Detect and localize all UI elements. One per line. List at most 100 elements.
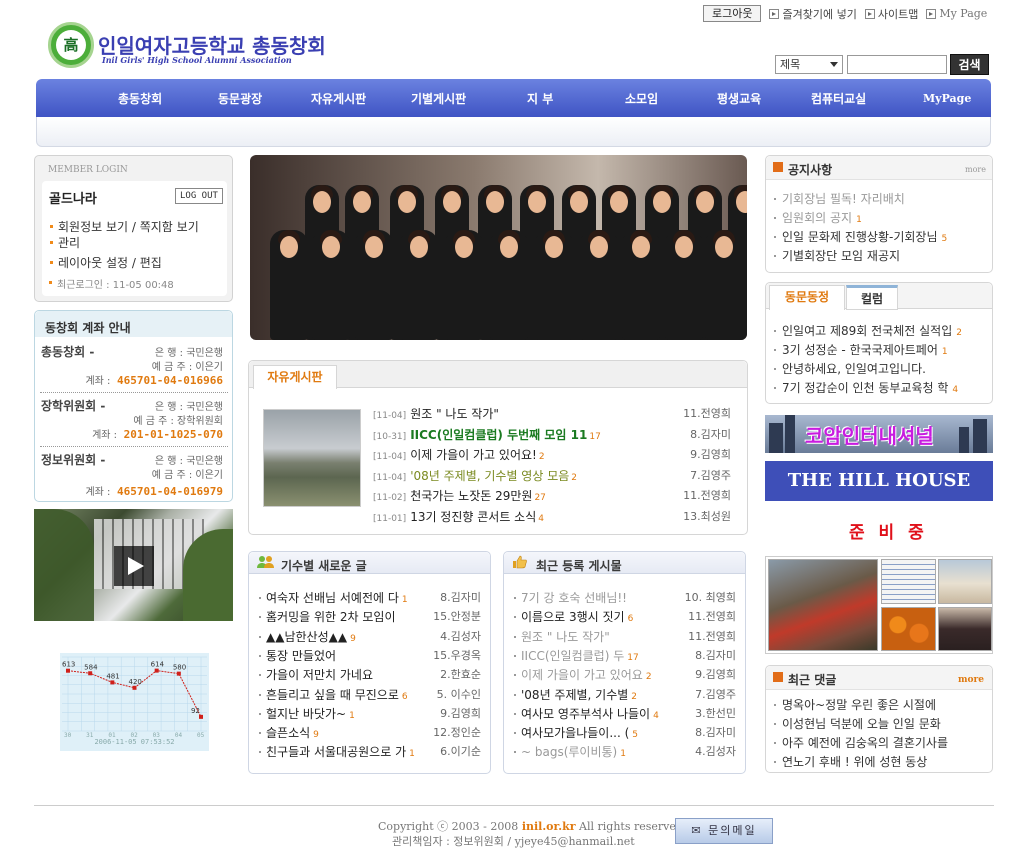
sitemap-link[interactable]: 사이트맵 xyxy=(864,6,918,22)
bookmark-link[interactable]: 즐겨찾기에 넣기 xyxy=(769,6,857,22)
hill-house-banner[interactable]: THE HILL HOUSE xyxy=(765,461,993,501)
gallery-photo[interactable] xyxy=(768,559,878,651)
nav-item-generation[interactable]: 기별게시판 xyxy=(411,90,466,107)
mypage-top-link[interactable]: My Page xyxy=(926,7,987,20)
post-title[interactable]: IICC(인일컴클럽) 두번째 모임 11 xyxy=(410,428,587,442)
nav-item-freeboard[interactable]: 자유게시판 xyxy=(311,90,366,107)
list-item[interactable]: ~ bags(루이비통) 1 4.김성자 xyxy=(514,743,736,762)
news-title-text[interactable]: 안녕하세요, 인일여고입니다. xyxy=(782,362,926,376)
table-row[interactable]: [11-01] 13기 정진향 콘서트 소식 4 13.최성원 xyxy=(373,508,739,527)
news-title-text[interactable]: 7기 정갑순이 인천 동부교육청 학 xyxy=(782,381,948,395)
comment-text[interactable]: 명옥아~정말 우린 좋은 시절에 xyxy=(782,698,936,712)
post-title[interactable]: 이제 가을이 가고 있어요 xyxy=(521,668,643,682)
list-item[interactable]: 연노기 후배 ! 위에 성현 동상 xyxy=(774,753,986,771)
gallery-photo[interactable] xyxy=(881,607,936,651)
notice-title-text[interactable]: 인일 문화제 진행상황-기회장님 xyxy=(782,230,937,244)
list-item[interactable]: 이제 가을이 가고 있어요 2 9.김영희 xyxy=(514,666,736,685)
comment-text[interactable]: 연노기 후배 ! 위에 성현 동상 xyxy=(782,755,927,769)
top-logout-button[interactable]: 로그아웃 xyxy=(703,5,762,22)
table-row[interactable]: [11-02] 천국가는 노잣돈 29만원 27 11.전영희 xyxy=(373,487,739,506)
tab-column[interactable]: 컬럼 xyxy=(846,285,898,310)
school-video-thumbnail[interactable] xyxy=(34,509,233,621)
post-title[interactable]: '08년 주제별, 기수별 xyxy=(521,688,628,702)
list-item[interactable]: 여사모가을나들이... (5 8.김자미 xyxy=(514,724,736,743)
post-title[interactable]: 여숙자 선배님 서예전에 다 xyxy=(266,591,399,605)
list-item[interactable]: 아주 예전에 김숭옥의 결혼기사를 xyxy=(774,734,986,752)
list-item[interactable]: 통장 만들었어 15.우경옥 xyxy=(259,646,481,666)
nav-item-computer[interactable]: 컴퓨터교실 xyxy=(811,90,866,107)
board-thumbnail-image[interactable] xyxy=(263,409,361,507)
list-item[interactable]: 이름으로 3행시 짓기 6 11.전영희 xyxy=(514,608,736,627)
notice-title-text[interactable]: 기별회장단 모임 재공지 xyxy=(782,249,900,263)
contact-mail-button[interactable]: ✉ 문의메일 xyxy=(675,818,773,844)
gallery-photo[interactable] xyxy=(881,559,936,604)
manager-email[interactable]: yjeye45@hanmail.net xyxy=(515,835,635,848)
tab-free-board[interactable]: 자유게시판 xyxy=(253,365,337,389)
nav-item-branch[interactable]: 지 부 xyxy=(527,90,553,107)
gallery-photo[interactable] xyxy=(938,559,992,604)
post-title[interactable]: 7기 강 호숙 선배님!! xyxy=(521,591,627,605)
list-item[interactable]: 임원회의 공지 1 xyxy=(774,209,986,227)
list-item[interactable]: 명옥아~정말 우린 좋은 시절에 xyxy=(774,696,986,714)
nav-item-plaza[interactable]: 동문광장 xyxy=(218,90,262,107)
table-row[interactable]: [11-04] 이제 가을이 가고 있어요! 2 9.김영희 xyxy=(373,446,739,465)
list-item[interactable]: '08년 주제별, 기수별 2 7.김영주 xyxy=(514,685,736,705)
post-title[interactable]: 13기 정진향 콘서트 소식 xyxy=(410,510,536,524)
post-title[interactable]: 여사모 영주부석사 나들이 xyxy=(521,707,650,721)
post-title[interactable]: ~ bags(루이비통) xyxy=(521,745,617,759)
list-item[interactable]: ▲▲남한산성▲▲ 9 4.김성자 xyxy=(259,627,481,647)
comment-text[interactable]: 이성현님 덕분에 오늘 인일 문화 xyxy=(782,717,941,731)
news-title-text[interactable]: 인일여고 제89회 전국체전 실적입 xyxy=(782,324,952,338)
play-icon[interactable] xyxy=(114,546,154,586)
list-item[interactable]: 인일여고 제89회 전국체전 실적입 2 xyxy=(774,322,986,340)
post-title[interactable]: 헐지난 바닷가~ xyxy=(266,707,346,721)
list-item[interactable]: 슬픈소식 9 12.정인순 xyxy=(259,724,481,743)
nav-item-education[interactable]: 평생교육 xyxy=(717,90,761,107)
list-item[interactable]: 7기 강 호숙 선배님!! 10. 최영희 xyxy=(514,589,736,608)
table-row[interactable]: [10-31] IICC(인일컴클럽) 두번째 모임 11 17 8.김자미 xyxy=(373,426,739,445)
comment-text[interactable]: 아주 예전에 김숭옥의 결혼기사를 xyxy=(782,736,948,750)
layout-settings-link[interactable]: 레이아웃 설정 / 편집 xyxy=(50,255,199,271)
news-title-text[interactable]: 3기 성정순 - 한국국제아트페어 xyxy=(782,343,938,357)
koam-international-banner[interactable]: 코암인터내셔널 xyxy=(765,415,993,453)
post-title[interactable]: 슬픈소식 xyxy=(266,726,310,740)
search-field-select[interactable]: 제목 xyxy=(775,55,843,74)
list-item[interactable]: 흔들리고 싶을 때 무진으로 6 5. 이수인 xyxy=(259,685,481,705)
list-item[interactable]: 안녕하세요, 인일여고입니다. xyxy=(774,360,986,378)
list-item[interactable]: 가을이 저만치 가네요 2.한효순 xyxy=(259,666,481,685)
post-title[interactable]: 통장 만들었어 xyxy=(266,649,336,663)
post-title[interactable]: 친구들과 서울대공원으로 가 xyxy=(266,745,406,759)
member-info-link[interactable]: 회원정보 보기 / 쪽지함 보기 xyxy=(50,219,199,235)
tab-alumni-news[interactable]: 동문동정 xyxy=(769,285,845,310)
notice-title-text[interactable]: 기회장님 필독! 자리배치 xyxy=(782,192,905,206)
list-item[interactable]: 3기 성정순 - 한국국제아트페어 1 xyxy=(774,341,986,359)
list-item[interactable]: 이성현님 덕분에 오늘 인일 문화 xyxy=(774,715,986,733)
post-title[interactable]: 원조 " 나도 작가" xyxy=(521,630,610,644)
list-item[interactable]: 기별회장단 모임 재공지 xyxy=(774,247,986,265)
list-item[interactable]: 여사모 영주부석사 나들이 4 3.한선민 xyxy=(514,704,736,724)
post-title[interactable]: 이제 가을이 가고 있어요! xyxy=(410,448,537,462)
list-item[interactable]: IICC(인일컴클럽) 두 17 8.김자미 xyxy=(514,646,736,666)
post-title[interactable]: 가을이 저만치 가네요 xyxy=(266,668,373,682)
post-title[interactable]: 흔들리고 싶을 때 무진으로 xyxy=(266,688,399,702)
list-item[interactable]: 7기 정갑순이 인천 동부교육청 학 4 xyxy=(774,379,986,397)
domain-link[interactable]: inil.or.kr xyxy=(522,820,576,833)
table-row[interactable]: [11-04] '08년 주제별, 기수별 영상 모음 2 7.김영주 xyxy=(373,467,739,486)
post-title[interactable]: 천국가는 노잣돈 29만원 xyxy=(410,489,532,503)
nav-item-clubs[interactable]: 소모임 xyxy=(625,90,658,107)
list-item[interactable]: 친구들과 서울대공원으로 가 1 6.이기순 xyxy=(259,743,481,762)
post-title[interactable]: 이름으로 3행시 짓기 xyxy=(521,610,625,624)
list-item[interactable]: 원조 " 나도 작가" 11.전영희 xyxy=(514,627,736,647)
post-title[interactable]: ▲▲남한산성▲▲ xyxy=(266,630,347,644)
post-title[interactable]: 여사모가을나들이... ( xyxy=(521,726,629,740)
list-item[interactable]: 인일 문화제 진행상황-기회장님 5 xyxy=(774,228,986,246)
notice-title-text[interactable]: 임원회의 공지 xyxy=(782,211,852,225)
post-title[interactable]: '08년 주제별, 기수별 영상 모음 xyxy=(410,469,569,483)
comments-more-link[interactable]: more xyxy=(958,675,984,685)
post-title[interactable]: 원조 " 나도 작가" xyxy=(410,407,499,421)
search-button[interactable]: 검색 xyxy=(950,54,989,75)
list-item[interactable]: 여숙자 선배님 서예전에 다 1 8.김자미 xyxy=(259,589,481,608)
school-logo-icon[interactable]: 高 xyxy=(48,22,94,68)
post-title[interactable]: 홈커밍을 위한 2차 모임이 xyxy=(266,610,395,624)
list-item[interactable]: 헐지난 바닷가~ 1 9.김영희 xyxy=(259,704,481,724)
